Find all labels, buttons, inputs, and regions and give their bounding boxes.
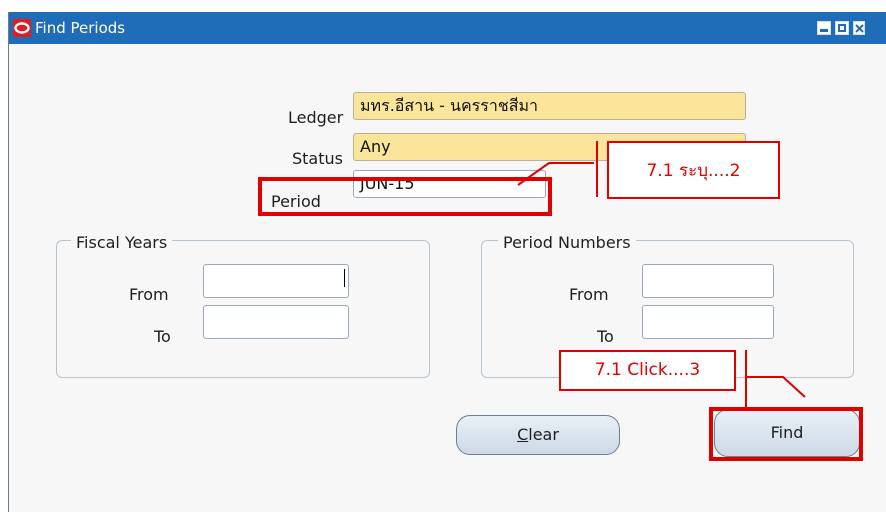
find-highlight-box bbox=[709, 407, 863, 461]
maximize-icon[interactable] bbox=[835, 21, 849, 35]
clear-button-accelerator: C bbox=[517, 425, 529, 444]
ledger-label: Ledger bbox=[288, 108, 344, 127]
find-callout: 7.1 Click....3 bbox=[559, 350, 736, 391]
window-title: Find Periods bbox=[35, 19, 126, 37]
clear-button-label: lear bbox=[528, 425, 559, 444]
fiscal-years-to-label: To bbox=[154, 327, 171, 346]
period-numbers-title: Period Numbers bbox=[498, 233, 636, 253]
period-numbers-to-label: To bbox=[597, 327, 614, 346]
fiscal-years-from-label: From bbox=[129, 285, 169, 304]
ledger-field[interactable]: มทร.อีสาน - นครราชสีมา bbox=[353, 92, 746, 120]
period-numbers-from-input[interactable] bbox=[642, 264, 774, 298]
oracle-icon bbox=[13, 19, 31, 37]
text-cursor bbox=[344, 269, 345, 287]
period-highlight-box bbox=[258, 177, 552, 216]
title-bar[interactable]: Find Periods bbox=[9, 12, 886, 44]
fiscal-years-from-input[interactable] bbox=[203, 264, 349, 298]
period-callout: 7.1 ระบุ....2 bbox=[607, 141, 780, 199]
period-numbers-to-input[interactable] bbox=[642, 305, 774, 339]
clear-button[interactable]: Clear bbox=[456, 415, 620, 455]
status-label: Status bbox=[292, 149, 343, 168]
minimize-icon[interactable] bbox=[817, 21, 831, 35]
fiscal-years-title: Fiscal Years bbox=[71, 233, 173, 253]
close-icon[interactable] bbox=[853, 21, 865, 35]
period-numbers-from-label: From bbox=[569, 285, 609, 304]
fiscal-years-to-input[interactable] bbox=[203, 305, 349, 339]
